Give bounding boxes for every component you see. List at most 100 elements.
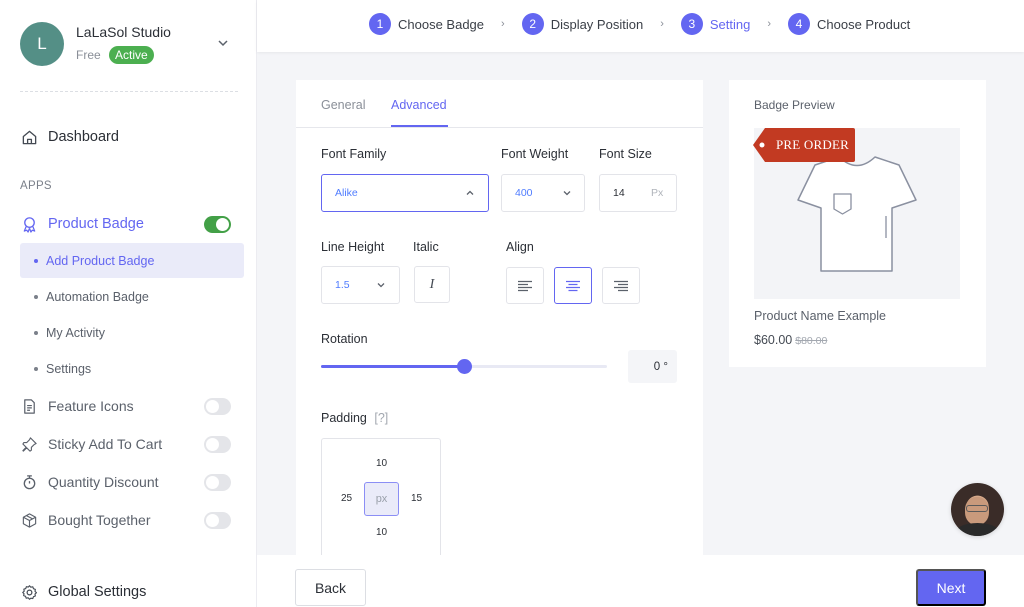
sidebar-item-label: Quantity Discount: [48, 474, 159, 490]
settings-tabs: General Advanced: [296, 80, 703, 128]
sidebar-subitem-automation-badge[interactable]: Automation Badge: [20, 279, 244, 314]
sidebar-subitem-my-activity[interactable]: My Activity: [20, 315, 244, 350]
sidebar-item-global-settings[interactable]: Global Settings: [20, 577, 245, 607]
support-chat-avatar[interactable]: [951, 483, 1004, 536]
font-family-select[interactable]: Alike: [321, 174, 489, 212]
step-setting[interactable]: 3 Setting: [680, 13, 750, 35]
step-choose-product[interactable]: 4 Choose Product: [788, 13, 910, 35]
bullet-icon: [34, 366, 38, 371]
gear-icon: [20, 583, 38, 601]
account-switcher[interactable]: L LaLaSol Studio Free Active: [20, 22, 240, 68]
settings-card: General Advanced Font Family Font Weight…: [296, 80, 703, 555]
product-badge-toggle[interactable]: [204, 215, 231, 233]
account-avatar: L: [20, 22, 64, 66]
align-left-button[interactable]: [506, 267, 544, 304]
quantity-discount-toggle[interactable]: [204, 473, 231, 491]
divider: [20, 91, 238, 92]
align-center-button[interactable]: [554, 267, 592, 304]
italic-label: Italic: [413, 240, 439, 254]
italic-toggle[interactable]: I: [414, 266, 450, 303]
chevron-right-icon: ›: [767, 18, 772, 30]
chevron-down-icon[interactable]: [216, 36, 230, 50]
line-height-select[interactable]: 1.5: [321, 266, 400, 304]
document-icon: [20, 397, 38, 415]
back-button[interactable]: Back: [295, 569, 366, 606]
bullet-icon: [34, 330, 38, 335]
box-icon: [20, 511, 38, 529]
sidebar-subitem-add-product-badge[interactable]: Add Product Badge: [20, 243, 244, 278]
tab-advanced[interactable]: Advanced: [391, 98, 447, 112]
footer-bar: Back Next: [257, 555, 1024, 607]
rotation-slider[interactable]: [321, 359, 607, 374]
font-family-label: Font Family: [321, 147, 387, 161]
font-weight-label: Font Weight: [501, 147, 569, 161]
sidebar-item-label: Sticky Add To Cart: [48, 436, 163, 452]
bought-together-toggle[interactable]: [204, 511, 231, 529]
step-number: 3: [680, 13, 703, 35]
line-height-label: Line Height: [321, 240, 385, 254]
line-height-value: 1.5: [335, 279, 350, 291]
align-label: Align: [506, 240, 534, 254]
step-display-position[interactable]: 2 Display Position: [521, 13, 643, 35]
step-number: 1: [369, 13, 391, 35]
rotation-slider-handle[interactable]: [456, 359, 472, 374]
step-label: Choose Badge: [398, 16, 485, 32]
step-number: 4: [788, 13, 811, 35]
product-price: $60.00 $80.00: [754, 333, 827, 347]
sidebar-subitem-label: Settings: [46, 361, 92, 376]
sidebar-item-bought-together[interactable]: Bought Together: [20, 505, 245, 535]
padding-label: Padding [?]: [321, 411, 388, 425]
sidebar: L LaLaSol Studio Free Active Dashboard A…: [0, 0, 257, 607]
stepper: 1 Choose Badge › 2 Display Position › 3 …: [369, 13, 910, 35]
sidebar-item-label: Product Badge: [48, 216, 144, 232]
badge-preview-card: Badge Preview PRE ORDER Product Name Exa…: [729, 80, 986, 367]
align-right-button[interactable]: [602, 267, 640, 304]
bullet-icon: [34, 294, 38, 299]
padding-unit: px: [364, 482, 399, 516]
sidebar-item-label: Global Settings: [48, 584, 147, 600]
account-plan: Free: [76, 48, 101, 62]
sidebar-subitem-label: My Activity: [46, 325, 106, 340]
sticky-add-to-cart-toggle[interactable]: [204, 435, 231, 453]
feature-icons-toggle[interactable]: [204, 397, 231, 415]
avatar-shirt: [955, 523, 1000, 536]
home-icon: [20, 128, 38, 146]
sidebar-subitem-settings[interactable]: Settings: [20, 351, 244, 386]
scroll-fade: [0, 540, 256, 560]
bullet-icon: [34, 258, 38, 263]
sidebar-item-feature-icons[interactable]: Feature Icons: [20, 391, 245, 421]
align-center-icon: [566, 280, 580, 291]
apps-heading: APPS: [20, 180, 52, 192]
padding-left-input[interactable]: 25: [341, 493, 352, 504]
padding-label-text: Padding: [321, 411, 367, 425]
padding-bottom-input[interactable]: 10: [376, 527, 387, 538]
font-size-value: 14: [613, 187, 625, 199]
step-choose-badge[interactable]: 1 Choose Badge: [369, 13, 484, 35]
account-name: LaLaSol Studio: [76, 24, 171, 40]
sidebar-item-dashboard[interactable]: Dashboard: [20, 122, 245, 152]
rotation-input[interactable]: 0 °: [628, 350, 677, 383]
sidebar-item-quantity-discount[interactable]: Quantity Discount: [20, 467, 245, 497]
font-size-input[interactable]: 14 Px: [599, 174, 677, 212]
padding-top-input[interactable]: 10: [376, 458, 387, 469]
padding-right-input[interactable]: 15: [411, 493, 422, 504]
sidebar-item-label: Bought Together: [48, 512, 151, 528]
sidebar-item-sticky-add-to-cart[interactable]: Sticky Add To Cart: [20, 429, 245, 459]
step-number: 2: [521, 13, 544, 35]
chevron-up-icon: [466, 190, 474, 195]
award-icon: [20, 215, 38, 233]
tab-general[interactable]: General: [321, 98, 365, 112]
font-size-unit: Px: [651, 187, 664, 199]
timer-icon: [20, 473, 38, 491]
next-button[interactable]: Next: [916, 569, 986, 606]
original-price: $80.00: [795, 335, 828, 347]
sidebar-item-product-badge[interactable]: Product Badge: [20, 209, 245, 239]
font-weight-select[interactable]: 400: [501, 174, 585, 212]
italic-icon: I: [429, 276, 435, 292]
align-right-icon: [614, 280, 628, 291]
avatar-glasses: [966, 505, 988, 512]
product-name: Product Name Example: [754, 309, 887, 323]
rotation-label: Rotation: [321, 332, 368, 346]
padding-help-icon[interactable]: [?]: [374, 411, 388, 425]
font-size-label: Font Size: [599, 147, 652, 161]
